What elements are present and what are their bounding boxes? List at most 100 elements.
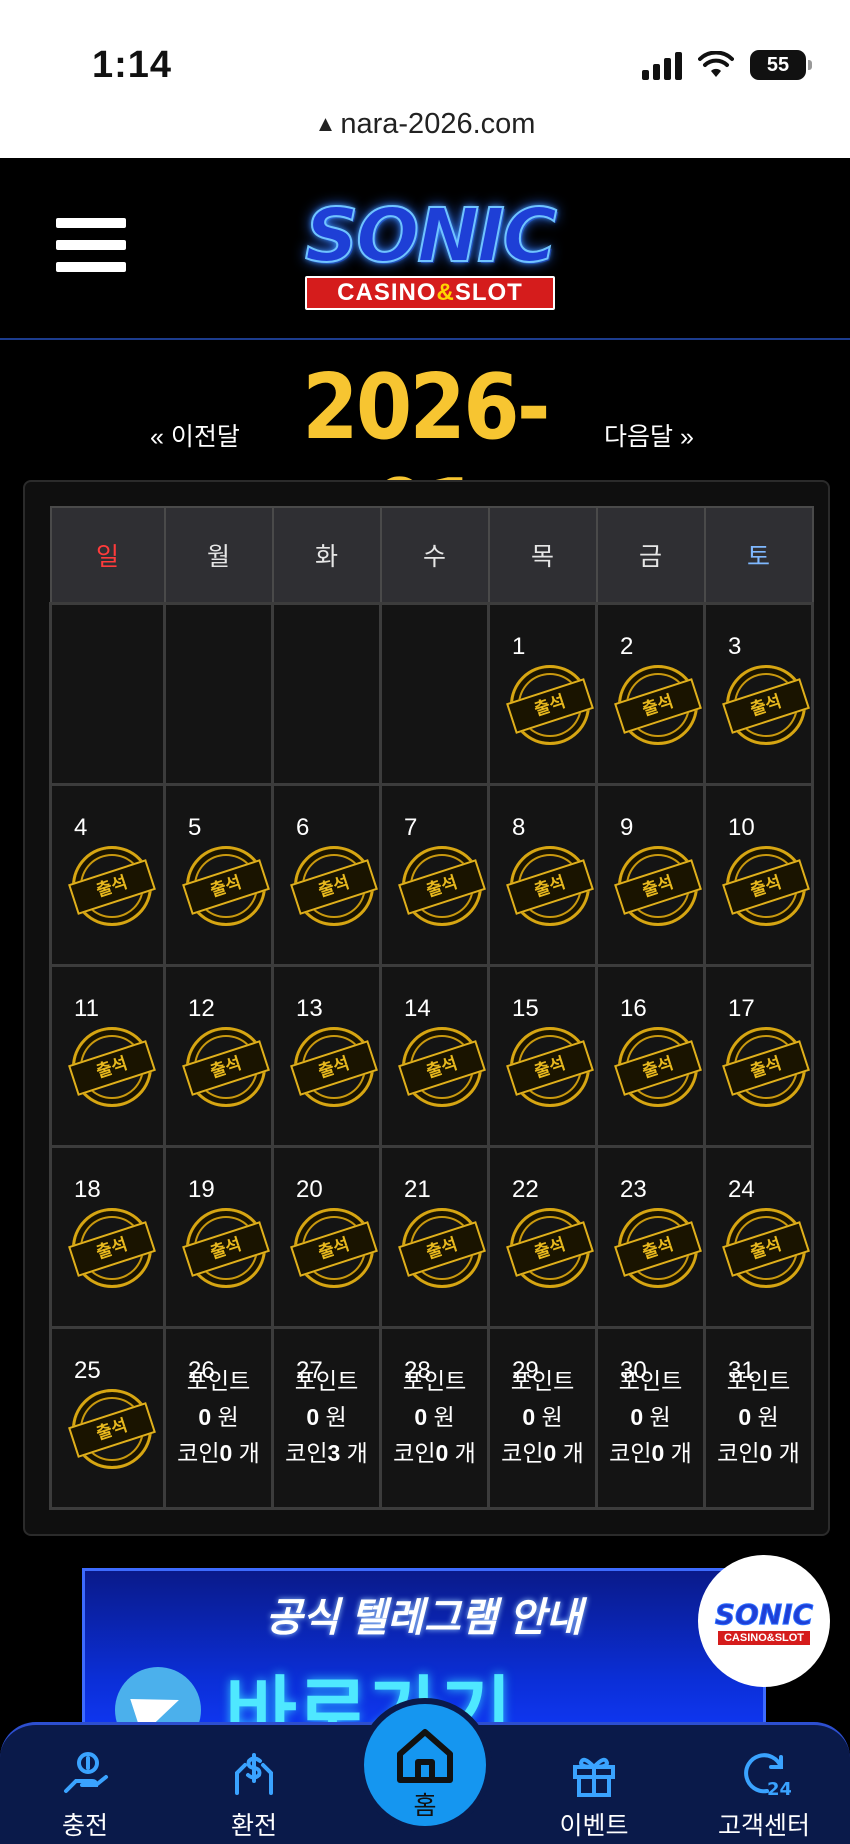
address-bar[interactable]: ▲ nara-2026.com <box>0 108 850 141</box>
nav-event[interactable]: 이벤트 <box>534 1725 654 1844</box>
attendance-stamp-icon: 출석 <box>68 1027 156 1107</box>
calendar-day-cell[interactable]: 9 출석 <box>595 783 706 967</box>
attendance-stamp-icon: 출석 <box>614 665 702 745</box>
calendar-day-cell[interactable]: 24 출석 <box>703 1145 814 1329</box>
day-number: 20 <box>296 1176 323 1203</box>
nav-exchange[interactable]: 환전 <box>194 1725 314 1844</box>
calendar-day-cell[interactable]: 25 출석 <box>49 1326 166 1510</box>
calendar-day-cell[interactable]: 7 출석 <box>379 783 490 967</box>
nav-support-label: 고객센터 <box>717 1812 810 1840</box>
stamp-label: 출석 <box>182 1221 270 1277</box>
reward-point-unit: 원 <box>217 1404 239 1430</box>
wifi-icon <box>698 51 734 77</box>
menu-icon[interactable] <box>56 218 126 278</box>
day-number: 17 <box>728 995 755 1022</box>
calendar-day-cell[interactable]: 26 포인트 0 원 코인0 개 <box>163 1326 274 1510</box>
calendar-day-cell[interactable]: 17 출석 <box>703 964 814 1148</box>
calendar-day-cell[interactable]: 15 출석 <box>487 964 598 1148</box>
logo-subtitle: CASINO&SLOT <box>305 276 555 310</box>
attendance-stamp-icon: 출석 <box>506 846 594 926</box>
reward-point-value: 0 <box>198 1404 212 1430</box>
weekday-5: 금 <box>595 506 706 605</box>
calendar-day-cell[interactable]: 3 출석 <box>703 602 814 786</box>
calendar-week: 25 출석 26 포인트 0 원 코인0 개 27 포인트 0 원 코인3 개 28 포인트 0 원 코인… <box>49 1326 814 1510</box>
weekday-3: 수 <box>379 506 490 605</box>
calendar-day-cell[interactable]: 27 포인트 0 원 코인3 개 <box>271 1326 382 1510</box>
day-reward-info: 포인트 0 원 코인0 개 <box>382 1363 487 1471</box>
day-reward-info: 포인트 0 원 코인3 개 <box>274 1363 379 1471</box>
calendar-day-cell[interactable]: 31 포인트 0 원 코인0 개 <box>703 1326 814 1510</box>
calendar-day-cell[interactable]: 18 출석 <box>49 1145 166 1329</box>
nav-support[interactable]: 24 고객센터 <box>704 1725 824 1844</box>
attendance-stamp-icon: 출석 <box>614 846 702 926</box>
day-number: 7 <box>404 814 418 841</box>
calendar-day-cell[interactable]: 1 출석 <box>487 602 598 786</box>
reward-point-value: 0 <box>738 1404 752 1430</box>
status-bar: 1:14 55 ▲ nara-2026.com <box>0 0 850 158</box>
site-logo[interactable]: SONIC CASINO&SLOT <box>280 195 580 310</box>
calendar-empty-cell <box>379 602 490 786</box>
calendar-day-cell[interactable]: 8 출석 <box>487 783 598 967</box>
calendar-empty-cell <box>271 602 382 786</box>
attendance-stamp-icon: 출석 <box>506 1027 594 1107</box>
calendar-day-cell[interactable]: 28 포인트 0 원 코인0 개 <box>379 1326 490 1510</box>
calendar-day-cell[interactable]: 5 출석 <box>163 783 274 967</box>
status-indicators: 55 <box>642 50 812 80</box>
day-reward-info: 포인트 0 원 코인0 개 <box>598 1363 703 1471</box>
calendar-day-cell[interactable]: 22 출석 <box>487 1145 598 1329</box>
calendar-day-cell[interactable]: 11 출석 <box>49 964 166 1148</box>
stamp-label: 출석 <box>722 678 810 734</box>
calendar-day-cell[interactable]: 2 출석 <box>595 602 706 786</box>
reward-coin-label: 코인 <box>717 1440 760 1466</box>
stamp-label: 출석 <box>290 859 378 915</box>
floating-logo-button[interactable]: SONIC CASINO&SLOT <box>698 1555 830 1687</box>
reward-coin-value: 0 <box>219 1440 233 1466</box>
cellular-signal-icon <box>642 50 682 80</box>
reward-point-unit: 원 <box>433 1404 455 1430</box>
support-24-icon: 24 <box>744 1753 792 1800</box>
calendar-day-cell[interactable]: 23 출석 <box>595 1145 706 1329</box>
day-number: 24 <box>728 1176 755 1203</box>
stamp-label: 출석 <box>614 859 702 915</box>
deposit-icon <box>64 1752 108 1793</box>
attendance-stamp-icon: 출석 <box>722 1027 810 1107</box>
calendar-day-cell[interactable]: 10 출석 <box>703 783 814 967</box>
day-number: 6 <box>296 814 310 841</box>
calendar-day-cell[interactable]: 20 출석 <box>271 1145 382 1329</box>
stamp-label: 출석 <box>614 678 702 734</box>
status-time: 1:14 <box>92 44 173 86</box>
calendar-day-cell[interactable]: 13 출석 <box>271 964 382 1148</box>
reward-coin-value: 0 <box>435 1440 449 1466</box>
day-number: 19 <box>188 1176 215 1203</box>
attendance-stamp-icon: 출석 <box>290 1208 378 1288</box>
stamp-label: 출석 <box>506 1040 594 1096</box>
calendar-day-cell[interactable]: 30 포인트 0 원 코인0 개 <box>595 1326 706 1510</box>
attendance-stamp-icon: 출석 <box>722 665 810 745</box>
reward-point-value: 0 <box>522 1404 536 1430</box>
day-number: 23 <box>620 1176 647 1203</box>
day-number: 14 <box>404 995 431 1022</box>
calendar-day-cell[interactable]: 6 출석 <box>271 783 382 967</box>
stamp-label: 출석 <box>722 1221 810 1277</box>
day-reward-info: 포인트 0 원 코인0 개 <box>706 1363 811 1471</box>
calendar-week: 4 출석 5 출석 6 출석 7 출석 8 출석 9 출석 10 출석 <box>49 783 814 967</box>
attendance-stamp-icon: 출석 <box>290 846 378 926</box>
stamp-label: 출석 <box>182 859 270 915</box>
calendar-day-cell[interactable]: 19 출석 <box>163 1145 274 1329</box>
attendance-stamp-icon: 출석 <box>68 1389 156 1469</box>
nav-deposit[interactable]: 충전 <box>25 1725 145 1844</box>
calendar-day-cell[interactable]: 21 출석 <box>379 1145 490 1329</box>
stamp-label: 출석 <box>614 1040 702 1096</box>
nav-home-button[interactable]: 홈 <box>358 1698 492 1832</box>
prev-month-link[interactable]: « 이전달 <box>150 417 240 453</box>
reward-point-label: 포인트 <box>294 1368 359 1394</box>
calendar-empty-cell <box>163 602 274 786</box>
calendar-day-cell[interactable]: 29 포인트 0 원 코인0 개 <box>487 1326 598 1510</box>
calendar-day-cell[interactable]: 12 출석 <box>163 964 274 1148</box>
stamp-label: 출석 <box>68 1040 156 1096</box>
calendar-day-cell[interactable]: 4 출석 <box>49 783 166 967</box>
calendar-day-cell[interactable]: 14 출석 <box>379 964 490 1148</box>
next-month-link[interactable]: 다음달 » <box>604 417 694 453</box>
home-icon <box>397 1729 453 1783</box>
calendar-day-cell[interactable]: 16 출석 <box>595 964 706 1148</box>
